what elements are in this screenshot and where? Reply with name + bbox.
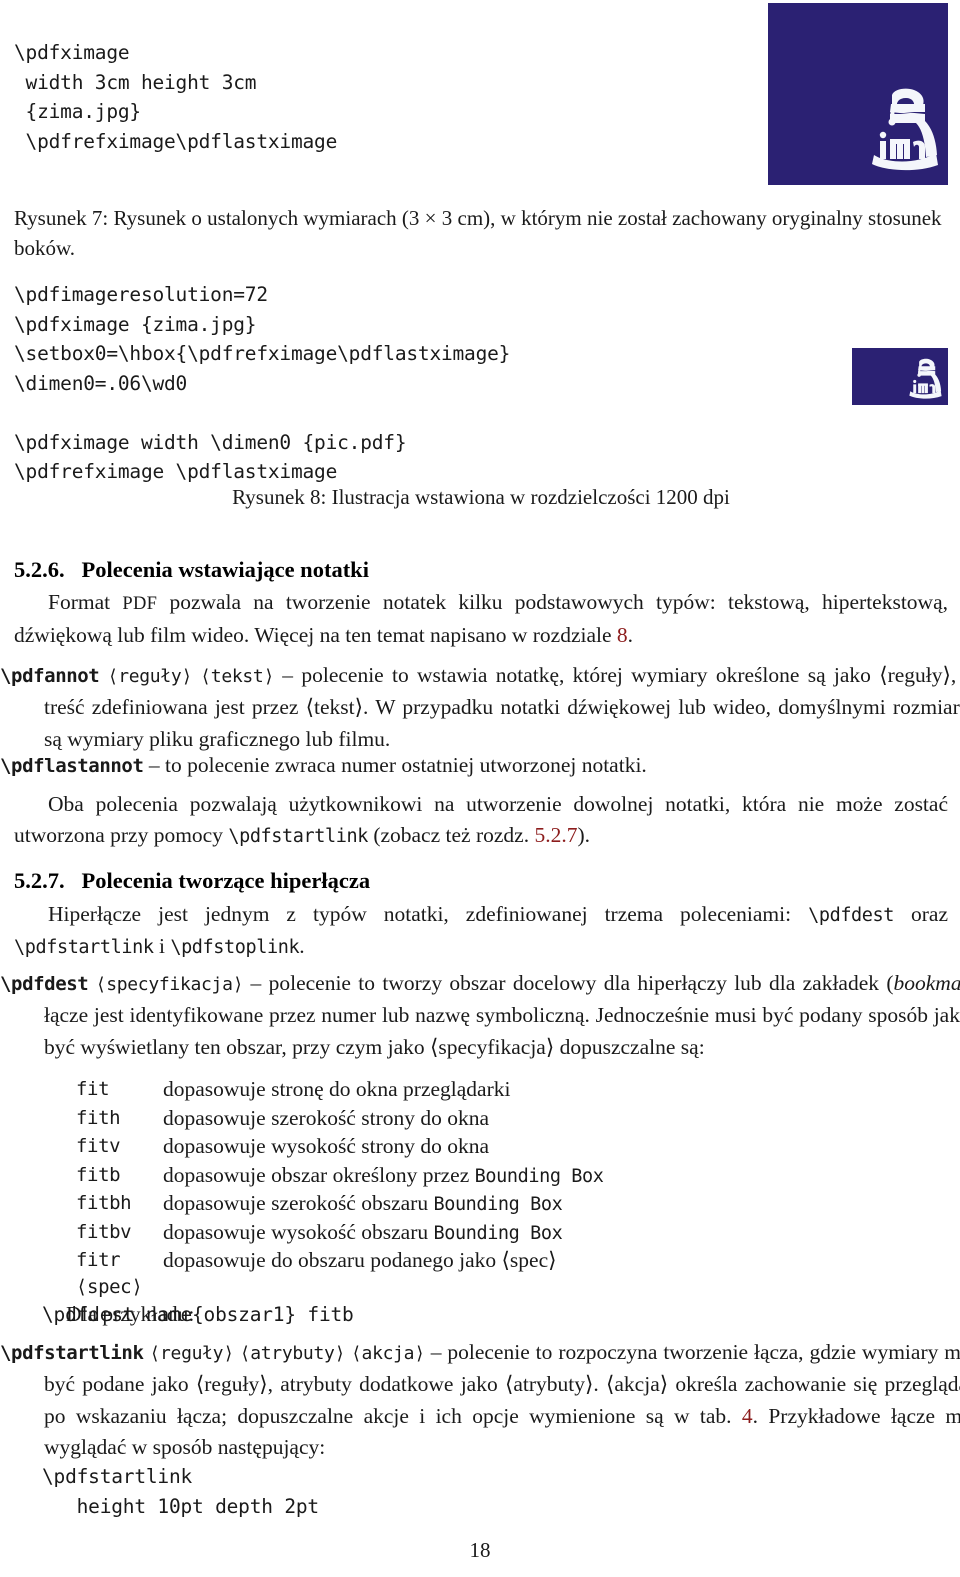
entry-pdfdest-text-a: polecenie to tworzy obszar docelowy dla … [268, 971, 894, 995]
zima-swan-logo-small-icon [909, 358, 942, 399]
section-heading-5-2-7: 5.2.7. Polecenia tworzące hiperłącza [14, 868, 370, 894]
para-526-end: . [627, 623, 634, 648]
code-block-pdfximage-fixed-size: \pdfximage width 3cm height 3cm {zima.jp… [14, 41, 338, 153]
inline-command-pdfdest: \pdfdest [808, 905, 895, 926]
inline-command-pdfstoplink: \pdfstoplink [170, 937, 300, 959]
para-526-pdf-smallcaps: PDF [122, 594, 158, 614]
command-arg-reguly-2: ⟨reguły⟩ [149, 1343, 234, 1364]
spec-key: fitv [76, 1135, 121, 1157]
command-arg-reguly: ⟨reguły⟩ [107, 666, 193, 687]
list-item: fitbv dopasowuje wysokość obszaru Boundi… [0, 1219, 948, 1248]
entry-pdfdest-dash: – [243, 971, 269, 995]
figure8-caption: Rysunek 8: Ilustracja wstawiona w rozdzi… [232, 485, 730, 509]
paragraph-oba-polecenia: Oba polecenia pozwalają użytkownikowi na… [14, 789, 948, 853]
command-arg-tekst: ⟨tekst⟩ [200, 666, 275, 687]
spec-value-mono: Bounding Box [474, 1165, 604, 1187]
command-arg-akcja: ⟨akcja⟩ [351, 1343, 425, 1364]
definition-entry-pdflastannot: \pdflastannot – to polecenie zwraca nume… [0, 750, 960, 782]
document-page: \pdfximage width 3cm height 3cm {zima.jp… [0, 0, 960, 1577]
spec-value-mono: Bounding Box [433, 1222, 563, 1244]
spec-key: fitbh [76, 1192, 132, 1214]
spec-value: dopasowuje do obszaru podanego jako ⟨spe… [163, 1247, 948, 1300]
list-item: fitbh dopasowuje szerokość obszaru Bound… [0, 1190, 948, 1219]
spec-value: dopasowuje szerokość strony do okna [163, 1105, 948, 1134]
spec-value-pre: dopasowuje wysokość obszaru [163, 1219, 434, 1244]
zima-swan-logo-icon [872, 88, 938, 171]
paragraph-5-2-6: Format PDF pozwala na tworzenie notatek … [14, 587, 948, 652]
spec-value-pre: dopasowuje szerokość strony do okna [163, 1105, 490, 1130]
page-number: 18 [469, 1538, 491, 1562]
command-arg-specyfikacja: ⟨specyfikacja⟩ [95, 974, 244, 995]
list-item: fitv dopasowuje wysokość strony do okna [0, 1133, 948, 1162]
section-title-5-2-6: Polecenia wstawiające notatki [81, 557, 369, 582]
spec-value-pre: dopasowuje obszar określony przez [163, 1162, 475, 1187]
spec-value-pre: dopasowuje szerokość obszaru [163, 1191, 434, 1215]
section-title-5-2-7: Polecenia tworzące hiperłącza [81, 868, 371, 893]
para-oba-part3: ). [577, 823, 590, 848]
para-527-part2: oraz [894, 902, 949, 926]
cross-reference-link-4[interactable]: 4 [742, 1404, 753, 1428]
list-item: fitr ⟨spec⟩ dopasowuje do obszaru podane… [0, 1247, 948, 1300]
spec-value: dopasowuje stronę do okna przeglądarki [163, 1076, 948, 1105]
section-heading-5-2-6: 5.2.6. Polecenia wstawiające notatki [14, 557, 369, 583]
spec-value: dopasowuje wysokość obszaru Bounding Box [163, 1219, 948, 1248]
para-oba-part2: (zobacz też rozdz. [367, 823, 535, 848]
italic-term-bookmark: bookmark [893, 971, 960, 995]
figure8-image [852, 348, 948, 405]
entry-pdflastannot-dash: – [143, 753, 166, 777]
list-item: fit dopasowuje stronę do okna przeglądar… [0, 1076, 948, 1105]
spec-key: fitbv [76, 1220, 132, 1243]
para-527-part4: . [299, 934, 305, 959]
spec-value: dopasowuje obszar określony przez Boundi… [163, 1162, 948, 1191]
cross-reference-link-5-2-7[interactable]: 5.2.7 [534, 823, 577, 847]
spec-value-mono: Bounding Box [433, 1194, 563, 1215]
definition-entry-pdfstartlink: \pdfstartlink ⟨reguły⟩ ⟨atrybuty⟩ ⟨akcja… [0, 1337, 960, 1464]
section-number-5-2-7: 5.2.7. [14, 868, 65, 893]
spec-key: fitr ⟨spec⟩ [76, 1249, 143, 1298]
spec-key: fit [76, 1078, 110, 1100]
code-block-pdfximage-resolution: \pdfimageresolution=72 \pdfximage {zima.… [14, 283, 511, 483]
section-number-5-2-6: 5.2.6. [14, 557, 65, 582]
list-item: fitb dopasowuje obszar określony przez B… [0, 1162, 948, 1191]
list-item: fith dopasowuje szerokość strony do okna [0, 1105, 948, 1134]
spec-value-pre: dopasowuje do obszaru podanego jako ⟨spe… [163, 1248, 557, 1272]
para-526-pre: Format [48, 590, 123, 614]
command-arg-atrybuty: ⟨atrybuty⟩ [239, 1343, 346, 1364]
code-example-pdfstartlink: \pdfstartlink height 10pt depth 2pt [42, 1465, 319, 1518]
spec-value: dopasowuje wysokość strony do okna [163, 1133, 948, 1162]
code-example-pdfdest: \pdfdest name{obszar1} fitb [42, 1303, 354, 1326]
specyfikacja-option-list: fit dopasowuje stronę do okna przeglądar… [0, 1076, 948, 1328]
entry-pdflastannot-text: to polecenie zwraca numer ostatniej utwo… [165, 753, 647, 777]
entry-pdfannot-dash: – [274, 663, 302, 687]
figure7-image [768, 3, 948, 185]
inline-command-pdfstartlink-2: \pdfstartlink [14, 937, 154, 959]
command-name-pdfdest: \pdfdest [0, 973, 89, 995]
spec-key: fitb [76, 1163, 121, 1186]
definition-entry-pdfdest: \pdfdest ⟨specyfikacja⟩ – polecenie to t… [0, 968, 960, 1063]
figure7-caption: Rysunek 7: Rysunek o ustalonych wymiarac… [14, 206, 942, 260]
para-527-part3: i [153, 934, 171, 959]
spec-key: fith [76, 1106, 121, 1129]
paragraph-5-2-7: Hiperłącze jest jednym z typów notatki, … [14, 899, 948, 964]
definition-entry-pdfannot: \pdfannot ⟨reguły⟩ ⟨tekst⟩ – polecenie t… [0, 660, 960, 755]
spec-value: dopasowuje szerokość obszaru Bounding Bo… [163, 1190, 948, 1219]
command-name-pdfstartlink: \pdfstartlink [0, 1342, 144, 1364]
cross-reference-link-8[interactable]: 8 [617, 623, 628, 647]
inline-command-pdfstartlink: \pdfstartlink [228, 826, 368, 848]
command-name-pdfannot: \pdfannot [0, 665, 100, 687]
spec-value-pre: dopasowuje wysokość strony do okna [163, 1134, 490, 1158]
entry-pdfstartlink-dash: – [424, 1340, 448, 1364]
command-name-pdflastannot: \pdflastannot [0, 755, 144, 777]
spec-value-pre: dopasowuje stronę do okna przeglądarki [163, 1077, 511, 1101]
para-527-part1: Hiperłącze jest jednym z typów notatki, … [48, 902, 809, 926]
